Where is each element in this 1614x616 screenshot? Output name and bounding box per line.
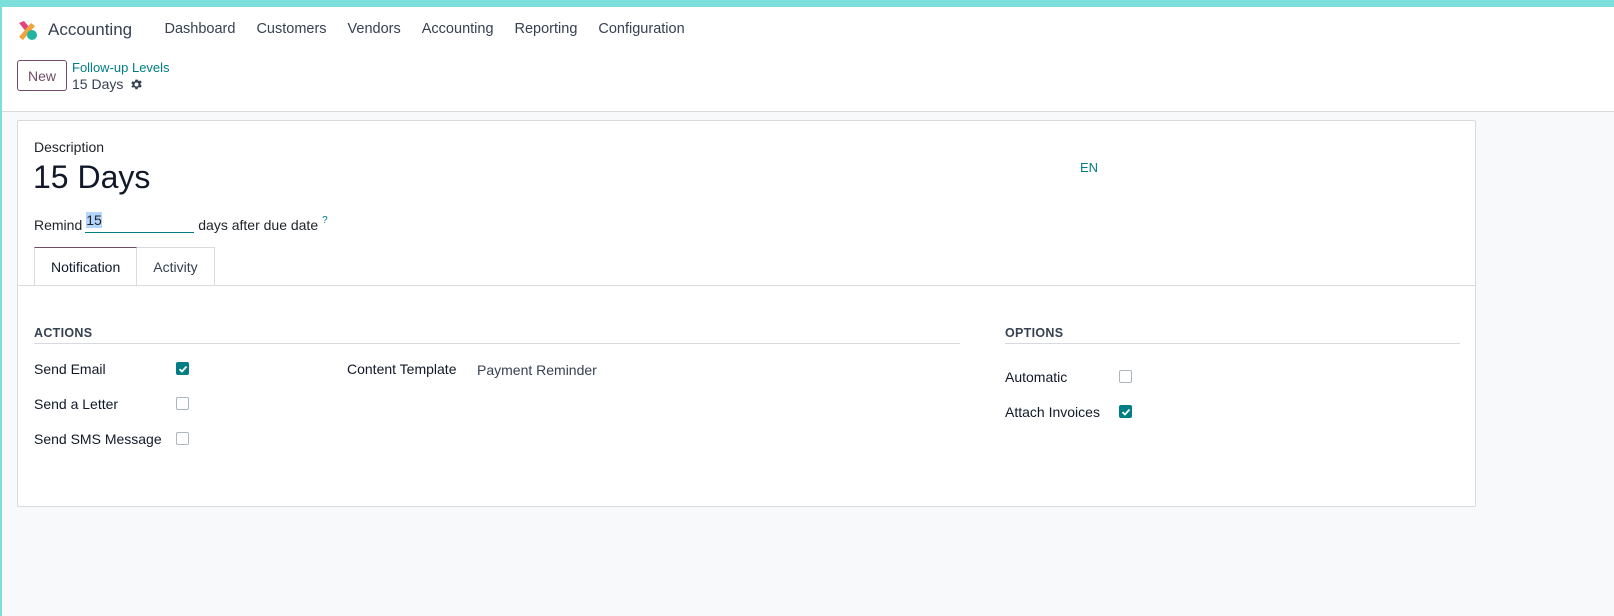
main-menu: Dashboard Customers Vendors Accounting R… xyxy=(154,21,695,37)
gear-icon[interactable] xyxy=(130,78,143,91)
options-section-title: OPTIONS xyxy=(1005,326,1064,340)
tab-notification[interactable]: Notification xyxy=(34,247,138,286)
remind-days-input[interactable]: 15 xyxy=(85,212,195,233)
menu-item-dashboard[interactable]: Dashboard xyxy=(154,21,246,37)
new-button[interactable]: New xyxy=(17,60,67,91)
app-name[interactable]: Accounting xyxy=(48,20,132,40)
remind-days-value: 15 xyxy=(86,212,102,228)
automatic-label: Automatic xyxy=(1005,369,1068,385)
send-email-label: Send Email xyxy=(34,361,106,377)
menu-item-reporting[interactable]: Reporting xyxy=(504,21,588,37)
remind-suffix-label: days after due date xyxy=(198,217,319,233)
menu-item-configuration[interactable]: Configuration xyxy=(588,21,695,37)
attach-invoices-label: Attach Invoices xyxy=(1005,404,1100,420)
attach-invoices-checkbox[interactable] xyxy=(1119,405,1132,418)
send-email-checkbox[interactable] xyxy=(176,362,189,375)
content-template-label: Content Template xyxy=(347,361,457,377)
menu-item-accounting[interactable]: Accounting xyxy=(411,21,504,37)
tab-divider xyxy=(18,285,1475,286)
send-letter-label: Send a Letter xyxy=(34,396,119,412)
actions-section-rule xyxy=(34,343,960,344)
tab-activity[interactable]: Activity xyxy=(137,247,215,286)
menu-item-customers[interactable]: Customers xyxy=(246,21,337,37)
actions-section-title: ACTIONS xyxy=(34,326,93,340)
form-sheet: Description 15 Days EN Remind 15 days af… xyxy=(17,120,1476,507)
automatic-checkbox[interactable] xyxy=(1119,370,1132,383)
record-title-field[interactable]: 15 Days xyxy=(33,159,150,196)
remind-prefix-label: Remind xyxy=(34,217,83,233)
content-template-field[interactable]: Payment Reminder xyxy=(477,362,597,378)
description-label: Description xyxy=(34,139,105,155)
control-panel: New Follow-up Levels 15 Days xyxy=(2,53,1614,112)
breadcrumb-current: 15 Days xyxy=(72,76,143,92)
remind-row: Remind 15 days after due date ? xyxy=(34,212,328,233)
top-navbar: Accounting Dashboard Customers Vendors A… xyxy=(2,7,1614,53)
help-tooltip-icon[interactable]: ? xyxy=(322,215,328,226)
options-section-rule xyxy=(1005,343,1460,344)
accounting-app-logo-icon[interactable] xyxy=(17,19,39,41)
send-sms-label: Send SMS Message xyxy=(34,431,162,447)
menu-item-vendors[interactable]: Vendors xyxy=(337,21,411,37)
send-sms-checkbox[interactable] xyxy=(176,432,189,445)
language-button[interactable]: EN xyxy=(1080,160,1098,175)
top-accent-strip xyxy=(0,0,1614,7)
breadcrumb-current-label: 15 Days xyxy=(72,76,124,92)
check-icon xyxy=(1121,408,1131,416)
check-icon xyxy=(178,365,188,373)
send-letter-checkbox[interactable] xyxy=(176,397,189,410)
breadcrumb-parent-link[interactable]: Follow-up Levels xyxy=(72,60,170,75)
tab-bar: Notification Activity xyxy=(34,247,215,286)
